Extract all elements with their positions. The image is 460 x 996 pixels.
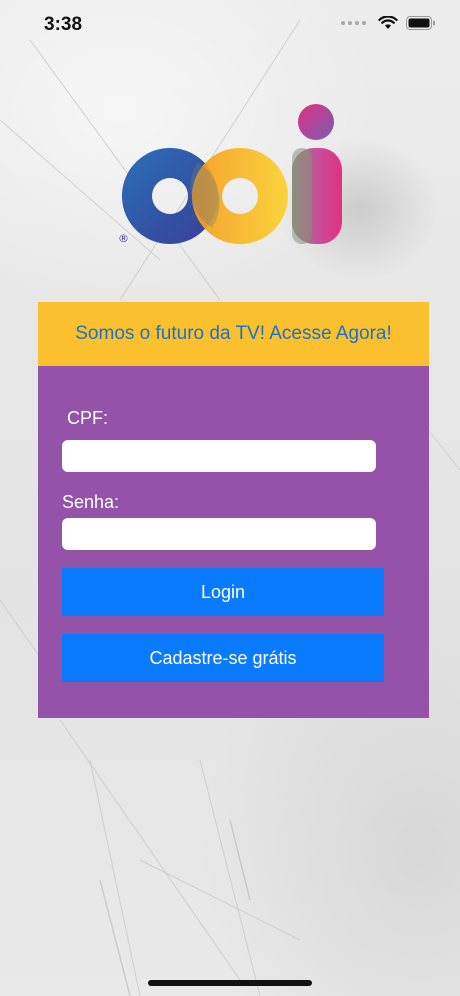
login-card: Somos o futuro da TV! Acesse Agora! CPF:… [38,302,429,718]
cpf-label: CPF: [67,408,109,428]
wifi-icon [378,16,398,29]
home-indicator [148,980,312,986]
cpf-input[interactable] [62,440,376,472]
login-form: CPF: Senha: Login Cadastre-se grátis [38,366,429,718]
oai-logo: ® [112,100,352,260]
banner: Somos o futuro da TV! Acesse Agora! [38,302,429,366]
battery-icon [406,16,435,30]
banner-text: Somos o futuro da TV! Acesse Agora! [75,323,392,344]
password-label: Senha: [62,492,120,512]
status-icons [341,16,436,30]
password-input[interactable] [62,518,376,550]
status-time: 3:38 [44,14,83,35]
login-button[interactable]: Login [62,568,384,616]
signup-button[interactable]: Cadastre-se grátis [62,634,384,682]
signal-dots-icon [341,21,366,25]
status-bar: 3:38 [0,0,460,50]
registered-mark: ® [118,232,129,245]
